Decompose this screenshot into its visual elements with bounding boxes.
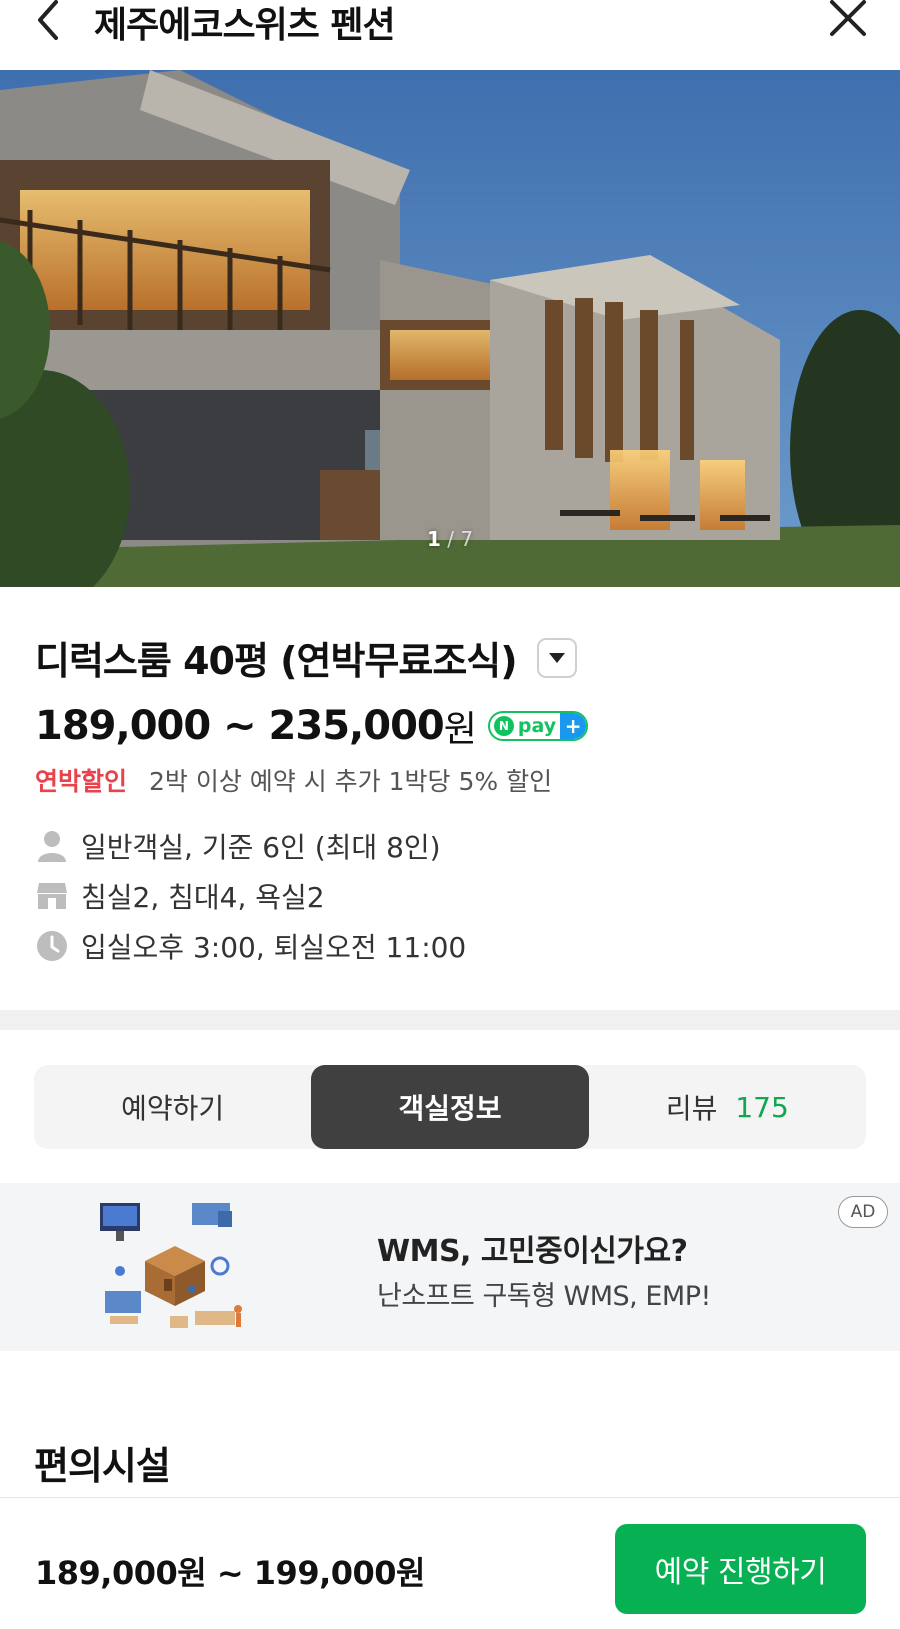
room-title: 디럭스룸 40평 (연박무료조식) [35,639,518,683]
ad-title: WMS, 고민중이신가요? [377,1234,688,1269]
photo-counter-separator: / [440,527,461,551]
photo-counter-current: 1 [426,527,441,551]
room-photo [0,70,900,587]
price-unit: 원 [443,709,477,750]
feature-rooms-text: 침실2, 침대4, 욕실2 [81,881,325,914]
discount-text: 2박 이상 예약 시 추가 1박당 5% 할인 [148,767,553,796]
npay-plus-icon: + [560,713,587,739]
amenities-heading: 편의시설 [34,1444,171,1488]
discount-label: 연박할인 [35,767,128,796]
bed-icon [35,879,69,913]
tab-reservation-label: 예약하기 [121,1092,225,1125]
close-button[interactable] [826,0,870,40]
discount-row: 연박할인 2박 이상 예약 시 추가 1박당 5% 할인 [35,762,552,798]
bottom-booking-bar: 189,000원 ~ 199,000원 예약 진행하기 [0,1497,900,1629]
feature-capacity: 일반객실, 기준 6인 (최대 8인) [35,826,441,866]
room-select-dropdown[interactable] [536,637,577,678]
tab-room-info[interactable]: 객실정보 [311,1065,589,1149]
person-icon [35,829,69,863]
ad-badge[interactable]: AD [838,1196,888,1228]
review-count: 175 [735,1090,789,1124]
price-row: 189,000 ~ 235,000 원 N pay + [35,700,589,752]
tab-reviews[interactable]: 리뷰 175 [589,1065,866,1149]
top-header: 제주에코스위츠 펜션 [0,0,900,70]
room-title-row: 디럭스룸 40평 (연박무료조식) [35,630,577,685]
feature-capacity-text: 일반객실, 기준 6인 (최대 8인) [81,831,441,864]
room-tabs: 예약하기 객실정보 리뷰 175 [34,1065,866,1149]
section-divider [0,1010,900,1030]
room-price: 189,000 ~ 235,000 [35,703,445,749]
page-title: 제주에코스위츠 펜션 [94,5,396,46]
tab-reviews-label: 리뷰 [665,1092,718,1125]
ad-subtitle: 난소프트 구독형 WMS, EMP! [377,1281,711,1312]
tab-reservation[interactable]: 예약하기 [34,1065,311,1149]
photo-counter-total: 7 [460,527,474,551]
npay-logo-icon: N [493,716,514,736]
ad-banner[interactable]: WMS, 고민중이신가요? 난소프트 구독형 WMS, EMP! AD [0,1183,900,1351]
caret-down-icon [548,652,565,663]
book-button[interactable]: 예약 진행하기 [615,1524,866,1614]
tab-room-info-label: 객실정보 [398,1092,502,1125]
npay-label: pay [517,715,557,737]
feature-checkin: 입실오후 3:00, 퇴실오전 11:00 [35,926,466,966]
feature-checkin-text: 입실오후 3:00, 퇴실오전 11:00 [81,931,467,964]
chevron-left-icon [38,0,58,40]
npay-plus-badge: N pay + [487,711,589,741]
warehouse-illustration [100,1203,242,1328]
clock-icon [35,929,69,963]
close-icon [830,0,866,36]
bottom-price: 189,000원 ~ 199,000원 [35,1554,425,1592]
photo-counter: 1 / 7 [0,527,900,551]
room-photo-gallery[interactable]: 1 / 7 [0,70,900,587]
feature-rooms: 침실2, 침대4, 욕실2 [35,876,325,916]
back-button[interactable] [30,0,70,40]
